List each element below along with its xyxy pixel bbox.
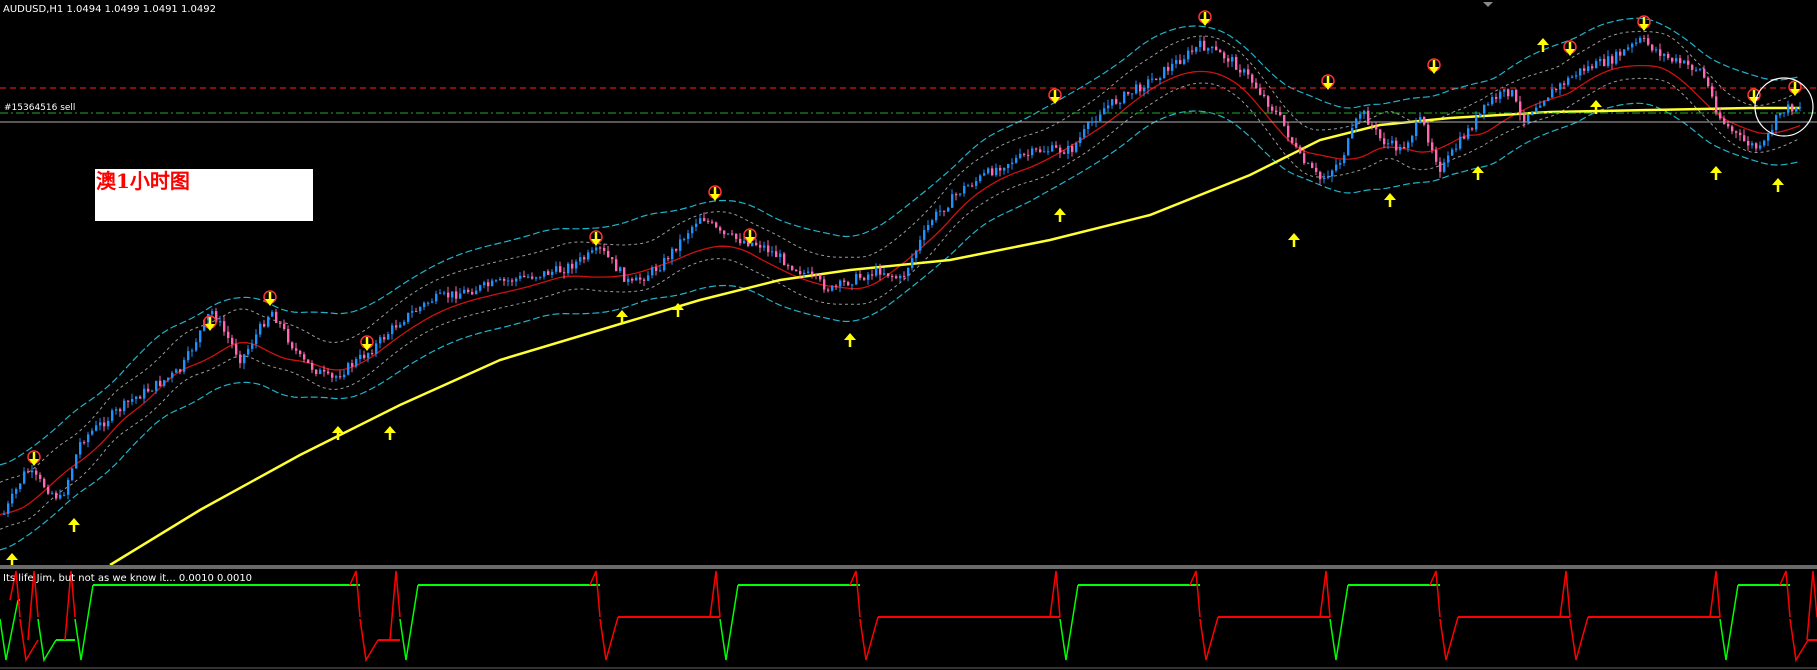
symbol-title: AUDUSD,H1 1.0494 1.0499 1.0491 1.0492: [3, 4, 216, 15]
candle: [1515, 88, 1518, 103]
candle: [783, 252, 786, 266]
candle: [347, 361, 350, 376]
indicator-segment: [1458, 616, 1570, 618]
indicator-segment: [738, 584, 860, 586]
candle: [1075, 141, 1078, 154]
candle: [623, 267, 626, 282]
indicator-segment: [1588, 616, 1720, 618]
indicator-segment: [93, 584, 360, 586]
candle: [1123, 90, 1126, 105]
indicator-label: Its life Jim, but not as we know it... 0…: [3, 573, 252, 584]
candle: [75, 454, 78, 469]
indicator-segment: [1738, 584, 1790, 586]
candle: [307, 359, 310, 364]
candle: [1623, 49, 1626, 56]
candle: [1347, 137, 1350, 157]
indicator-segment: [1808, 639, 1817, 641]
note-text: 澳1小时图: [96, 169, 190, 193]
candle: [71, 467, 74, 482]
candle: [1155, 78, 1158, 81]
order-label: #15364516 sell: [4, 103, 75, 113]
candle: [715, 221, 718, 229]
price-chart[interactable]: AUDUSD,H1 1.0494 1.0499 1.0491 1.0492 #1…: [0, 0, 1817, 670]
indicator-segment: [1348, 584, 1440, 586]
indicator-segment: [378, 639, 400, 641]
candle: [1163, 66, 1166, 80]
candle: [1283, 114, 1286, 127]
note-box: 澳1小时图: [95, 169, 313, 221]
indicator-segment: [878, 616, 1060, 618]
indicator-segment: [418, 584, 600, 586]
indicator-segment: [1218, 616, 1330, 618]
candle: [267, 315, 270, 328]
window-separator[interactable]: [0, 565, 1817, 569]
indicator-segment: [618, 616, 720, 618]
indicator-segment: [1078, 584, 1200, 586]
candle: [1547, 97, 1550, 102]
